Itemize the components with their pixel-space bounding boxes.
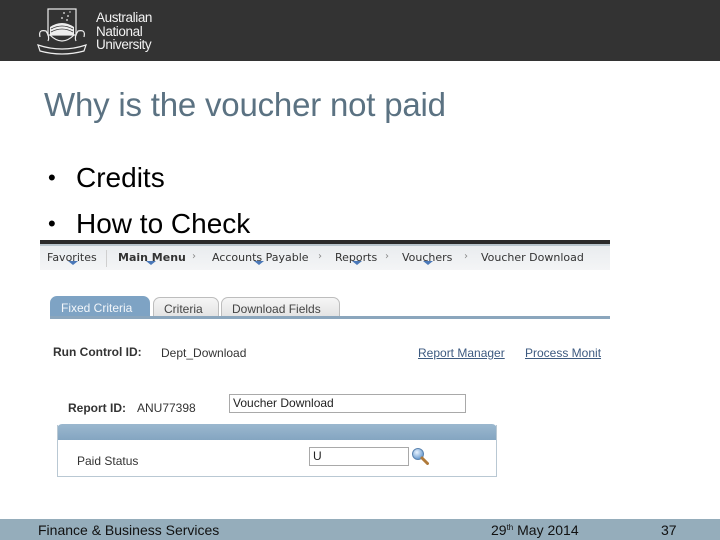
chevron-down-icon[interactable] <box>423 261 433 265</box>
logo-wordmark: Australian National University <box>96 11 152 52</box>
anu-logo: Australian National University <box>36 7 161 55</box>
breadcrumb-separator-icon: › <box>318 251 322 262</box>
logo-line: University <box>96 37 152 52</box>
breadcrumb-separator-icon: › <box>385 251 389 262</box>
report-id-label: Report ID: <box>68 401 126 415</box>
embedded-screenshot: Favorites Main Menu › Accounts Payable ›… <box>40 240 610 492</box>
chevron-down-icon[interactable] <box>68 261 78 265</box>
slide-footer: Finance & Business Services 29th May 201… <box>0 519 720 540</box>
magnifier-icon[interactable] <box>411 447 429 465</box>
page-number: 37 <box>661 522 677 538</box>
paid-status-label: Paid Status <box>77 454 139 468</box>
breadcrumb-separator-icon: › <box>464 251 468 262</box>
bullet-text: How to Check <box>76 208 251 239</box>
breadcrumb-separator-icon: › <box>192 251 196 262</box>
run-control-label: Run Control ID: <box>53 345 142 359</box>
tab-fixed-criteria[interactable]: Fixed Criteria <box>50 296 150 317</box>
process-monitor-link[interactable]: Process Monit <box>525 346 601 360</box>
nav-divider <box>106 250 107 267</box>
bullet-list: • Credits • How to Check <box>48 155 250 247</box>
bullet-icon: • <box>48 211 56 236</box>
breadcrumb-nav: Favorites Main Menu › Accounts Payable ›… <box>40 244 610 270</box>
nav-voucher-download[interactable]: Voucher Download <box>481 251 584 264</box>
chevron-down-icon[interactable] <box>146 261 156 265</box>
report-description-input[interactable]: Voucher Download <box>229 394 466 413</box>
bullet-text: Credits <box>76 162 165 193</box>
chevron-down-icon[interactable] <box>352 261 362 265</box>
tab-criteria[interactable]: Criteria <box>153 297 219 318</box>
chevron-down-icon[interactable] <box>254 261 264 265</box>
logo-line: National <box>96 23 143 39</box>
slide-title: Why is the voucher not paid <box>44 86 446 123</box>
footer-department: Finance & Business Services <box>38 522 220 538</box>
logo-line: Australian <box>96 10 153 25</box>
tab-download-fields[interactable]: Download Fields <box>221 297 340 318</box>
slide-header: Australian National University <box>0 0 720 61</box>
anu-crest-icon <box>37 8 87 55</box>
report-manager-link[interactable]: Report Manager <box>418 346 505 360</box>
run-control-value: Dept_Download <box>161 346 247 360</box>
bullet-icon: • <box>48 165 56 190</box>
date-rest: May 2014 <box>513 522 579 538</box>
bullet-item: • Credits <box>48 155 250 201</box>
footer-date: 29th May 2014 <box>491 522 579 538</box>
paid-status-input[interactable]: U <box>309 447 409 466</box>
report-id-value: ANU77398 <box>137 401 196 415</box>
tab-underline <box>50 316 610 319</box>
criteria-group-box <box>57 425 497 477</box>
date-day: 29 <box>491 522 507 538</box>
